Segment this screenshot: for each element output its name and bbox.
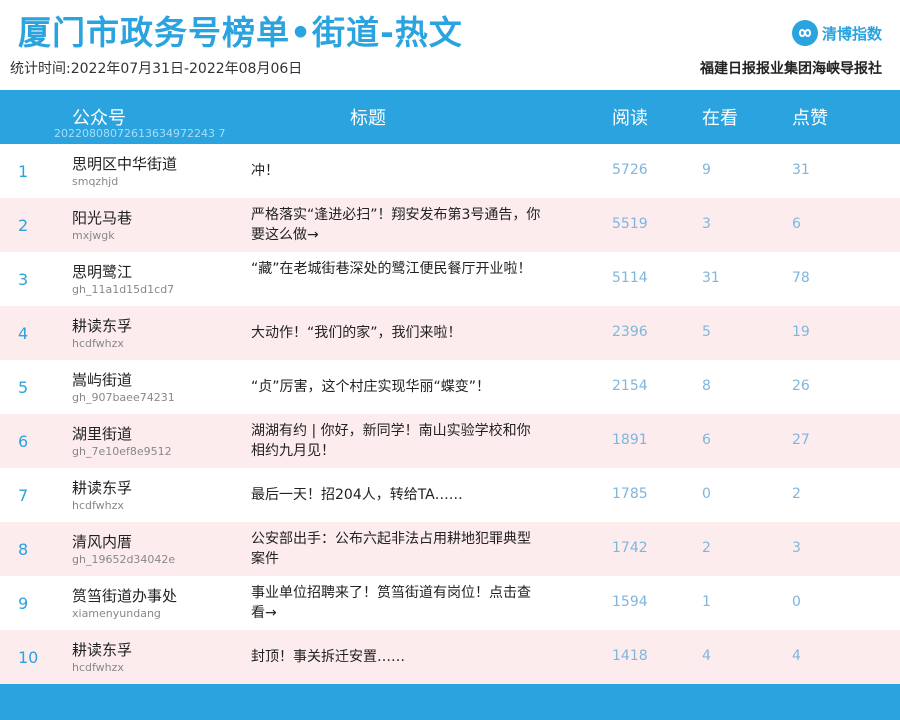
rank-number: 6: [18, 432, 29, 451]
account-name[interactable]: 耕读东孚: [72, 315, 132, 336]
table-row[interactable]: 10 耕读东孚 hcdfwhzx 封顶！事关拆迁安置…… 1418 4 4: [0, 630, 900, 684]
like-count: 0: [792, 594, 801, 610]
table-row[interactable]: 6 湖里街道 gh_7e10ef8e9512 湖湖有约 | 你好，新同学！南山实…: [0, 414, 900, 468]
report-code: 20220808072613634972243 7: [54, 127, 226, 140]
read-count: 2396: [612, 324, 648, 340]
rank-number: 3: [18, 270, 29, 289]
like-count: 3: [792, 540, 801, 556]
like-count: 19: [792, 324, 810, 340]
looking-count: 3: [702, 216, 711, 232]
account-id: hcdfwhzx: [72, 337, 124, 350]
article-title[interactable]: 事业单位招聘来了！筼筜街道有岗位！点击查看→: [251, 583, 541, 623]
rank-number: 1: [18, 162, 29, 181]
account-id: xiamenyundang: [72, 607, 161, 620]
rank-number: 7: [18, 486, 29, 505]
account-name[interactable]: 阳光马巷: [72, 207, 132, 228]
article-title[interactable]: 最后一天！招204人，转给TA……: [251, 485, 541, 505]
account-id: gh_907baee74231: [72, 391, 175, 404]
looking-count: 2: [702, 540, 711, 556]
statistics-period: 统计时间:2022年07月31日-2022年08月06日: [10, 61, 303, 77]
looking-count: 5: [702, 324, 711, 340]
table-row[interactable]: 5 嵩屿街道 gh_907baee74231 “贞”厉害，这个村庄实现华丽“蝶变…: [0, 360, 900, 414]
rank-number: 10: [18, 648, 39, 667]
read-count: 1785: [612, 486, 648, 502]
article-title[interactable]: “贞”厉害，这个村庄实现华丽“蝶变”！: [251, 377, 541, 397]
account-name[interactable]: 耕读东孚: [72, 477, 132, 498]
account-id: mxjwgk: [72, 229, 115, 242]
column-header-reads[interactable]: 阅读: [612, 104, 648, 130]
read-count: 5726: [612, 162, 648, 178]
read-count: 1418: [612, 648, 648, 664]
table-row[interactable]: 1 思明区中华街道 smqzhjd 冲！ 5726 9 31: [0, 144, 900, 198]
like-count: 31: [792, 162, 810, 178]
table-row[interactable]: 3 思明鹭江 gh_11a1d15d1cd7 “藏”在老城街巷深处的鹭江便民餐厅…: [0, 252, 900, 306]
page-title: 厦门市政务号榜单•街道-热文: [18, 13, 463, 52]
rank-number: 4: [18, 324, 29, 343]
rank-number: 2: [18, 216, 29, 235]
looking-count: 8: [702, 378, 711, 394]
like-count: 4: [792, 648, 801, 664]
account-id: gh_11a1d15d1cd7: [72, 283, 175, 296]
table-footer: [0, 684, 900, 720]
account-id: gh_7e10ef8e9512: [72, 445, 172, 458]
column-header-title[interactable]: 标题: [350, 104, 386, 130]
table-row[interactable]: 8 清风内厝 gh_19652d34042e 公安部出手：公布六起非法占用耕地犯…: [0, 522, 900, 576]
account-name[interactable]: 清风内厝: [72, 531, 132, 552]
account-id: hcdfwhzx: [72, 661, 124, 674]
account-name[interactable]: 筼筜街道办事处: [72, 585, 177, 606]
like-count: 2: [792, 486, 801, 502]
account-name[interactable]: 嵩屿街道: [72, 369, 132, 390]
looking-count: 1: [702, 594, 711, 610]
article-title[interactable]: 公安部出手：公布六起非法占用耕地犯罪典型案件: [251, 529, 541, 569]
account-id: hcdfwhzx: [72, 499, 124, 512]
like-count: 27: [792, 432, 810, 448]
table-row[interactable]: 2 阳光马巷 mxjwgk 严格落实“逢进必扫”！翔安发布第3号通告，你要这么做…: [0, 198, 900, 252]
like-count: 6: [792, 216, 801, 232]
rank-number: 8: [18, 540, 29, 559]
article-title[interactable]: 湖湖有约 | 你好，新同学！南山实验学校和你相约九月见！: [251, 421, 541, 461]
account-id: smqzhjd: [72, 175, 119, 188]
like-count: 26: [792, 378, 810, 394]
table-row[interactable]: 4 耕读东孚 hcdfwhzx 大动作！“我们的家”，我们来啦！ 2396 5 …: [0, 306, 900, 360]
column-header-looking[interactable]: 在看: [702, 104, 738, 130]
article-title[interactable]: 大动作！“我们的家”，我们来啦！: [251, 323, 541, 343]
read-count: 1594: [612, 594, 648, 610]
read-count: 2154: [612, 378, 648, 394]
read-count: 1891: [612, 432, 648, 448]
article-title[interactable]: “藏”在老城街巷深处的鹭江便民餐厅开业啦！: [251, 259, 541, 279]
read-count: 5519: [612, 216, 648, 232]
rank-number: 9: [18, 594, 29, 613]
publisher-name: 福建日报报业集团海峡导报社: [700, 61, 882, 77]
account-name[interactable]: 湖里街道: [72, 423, 132, 444]
table-row[interactable]: 7 耕读东孚 hcdfwhzx 最后一天！招204人，转给TA…… 1785 0…: [0, 468, 900, 522]
looking-count: 4: [702, 648, 711, 664]
looking-count: 0: [702, 486, 711, 502]
article-title[interactable]: 冲！: [251, 161, 541, 181]
article-title[interactable]: 封顶！事关拆迁安置……: [251, 647, 541, 667]
account-name[interactable]: 思明区中华街道: [72, 153, 177, 174]
brand-name: 清博指数: [821, 24, 882, 43]
infinity-logo-icon: [791, 20, 818, 46]
looking-count: 31: [702, 270, 720, 286]
brand-logo: 清博指数: [791, 20, 882, 46]
looking-count: 6: [702, 432, 711, 448]
read-count: 5114: [612, 270, 648, 286]
looking-count: 9: [702, 162, 711, 178]
like-count: 78: [792, 270, 810, 286]
column-header-likes[interactable]: 点赞: [792, 104, 828, 130]
article-title[interactable]: 严格落实“逢进必扫”！翔安发布第3号通告，你要这么做→: [251, 205, 541, 245]
account-name[interactable]: 思明鹭江: [72, 261, 132, 282]
rank-number: 5: [18, 378, 29, 397]
account-id: gh_19652d34042e: [72, 553, 176, 566]
table-row[interactable]: 9 筼筜街道办事处 xiamenyundang 事业单位招聘来了！筼筜街道有岗位…: [0, 576, 900, 630]
read-count: 1742: [612, 540, 648, 556]
account-name[interactable]: 耕读东孚: [72, 639, 132, 660]
